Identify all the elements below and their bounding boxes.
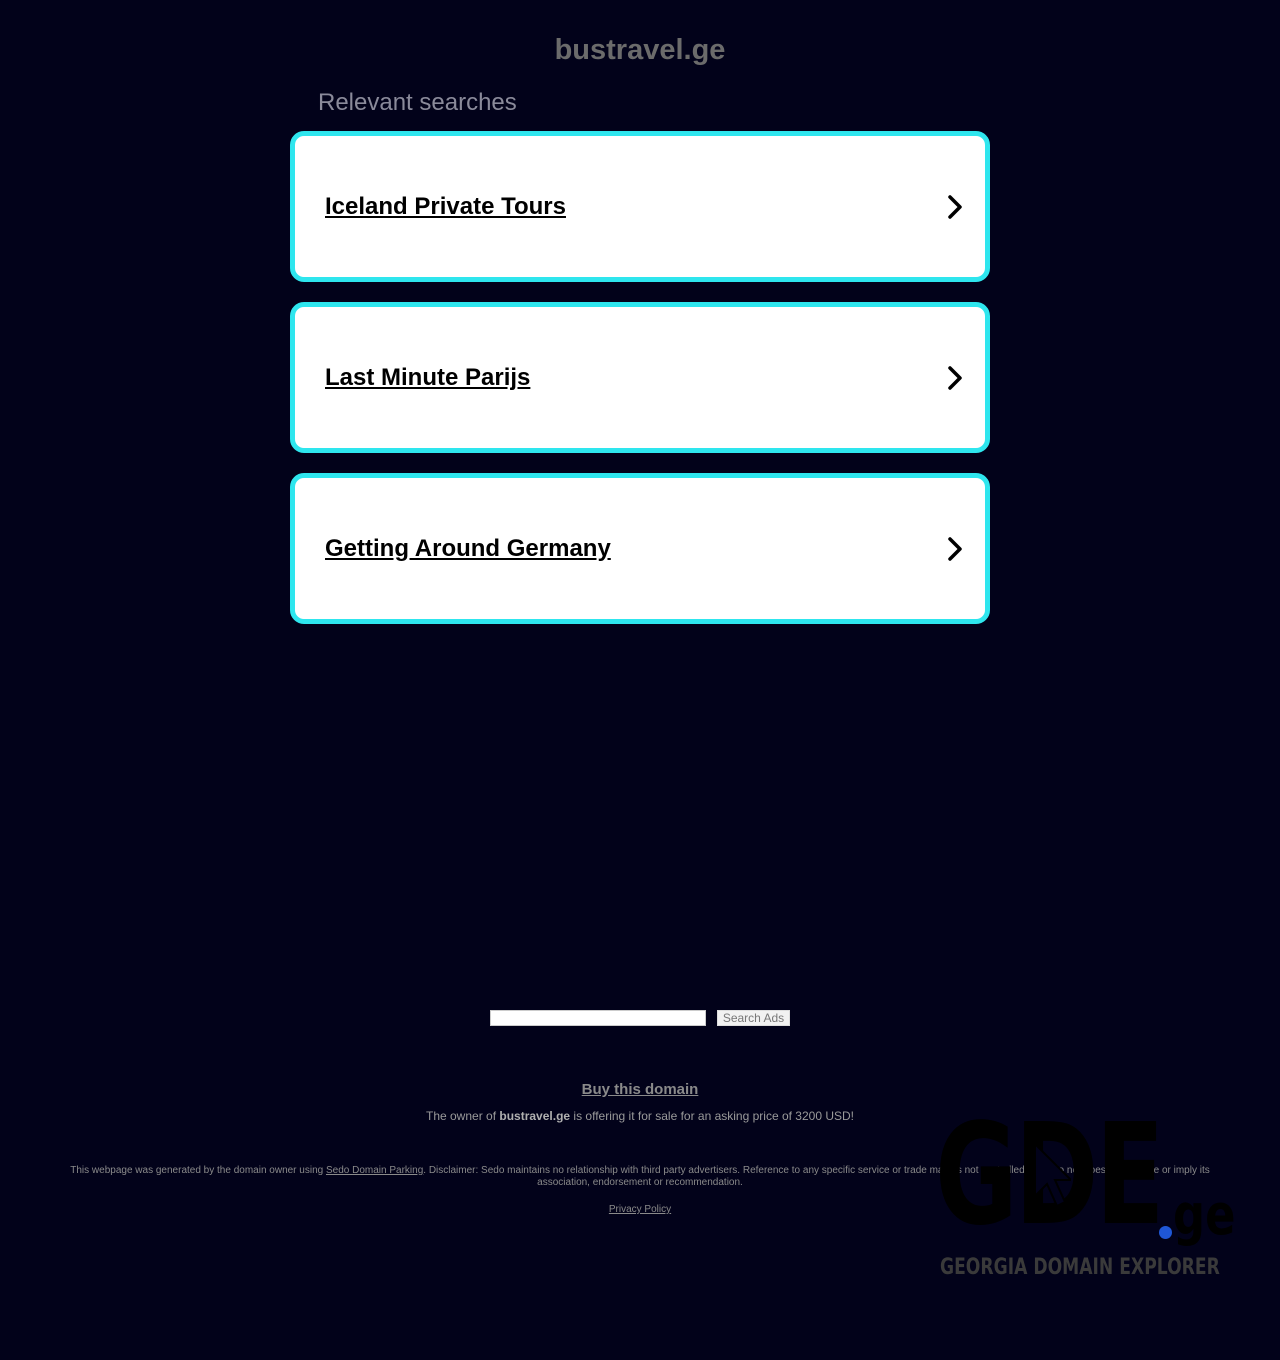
search-result-card[interactable]: Getting Around Germany: [290, 473, 990, 624]
search-ads-button[interactable]: Search Ads: [717, 1010, 790, 1026]
privacy-policy-link[interactable]: Privacy Policy: [609, 1204, 671, 1215]
chevron-right-icon: [948, 536, 962, 561]
logo-dot: [1159, 1226, 1172, 1239]
cursor-icon: [1034, 1141, 1071, 1208]
ads-search-bar: Search Ads: [490, 1010, 790, 1026]
chevron-right-icon: [948, 194, 962, 219]
sale-notice-prefix: The owner of: [426, 1109, 500, 1123]
sale-notice-domain: bustravel.ge: [499, 1109, 571, 1123]
logo-tagline: GEORGIA DOMAIN EXPLORER: [940, 1255, 1220, 1280]
search-result-card[interactable]: Iceland Private Tours: [290, 131, 990, 282]
search-result-link[interactable]: Iceland Private Tours: [325, 193, 566, 221]
search-result-card[interactable]: Last Minute Parijs: [290, 302, 990, 453]
gde-watermark-logo: GDE ge GEORGIA DOMAIN EXPLORER: [935, 1106, 1245, 1287]
logo-tld-text: ge: [1173, 1183, 1236, 1248]
relevant-searches-heading: Relevant searches: [318, 89, 517, 116]
chevron-right-icon: [948, 365, 962, 390]
search-result-link[interactable]: Getting Around Germany: [325, 535, 611, 563]
disclaimer-prefix: This webpage was generated by the domain…: [70, 1165, 326, 1176]
ads-search-input[interactable]: [490, 1010, 706, 1026]
sale-notice-suffix: is offering it for sale for an asking pr…: [570, 1109, 854, 1123]
domain-title: bustravel.ge: [554, 34, 726, 66]
search-result-link[interactable]: Last Minute Parijs: [325, 364, 530, 392]
buy-domain-link[interactable]: Buy this domain: [582, 1081, 699, 1098]
sedo-parking-link[interactable]: Sedo Domain Parking: [326, 1165, 423, 1176]
